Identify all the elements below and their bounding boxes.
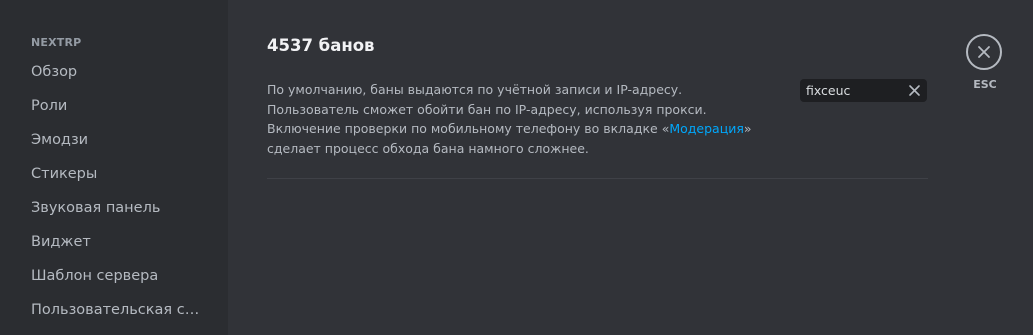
- divider: [267, 178, 928, 179]
- sidebar-item-widget[interactable]: Виджет: [21, 226, 207, 258]
- sidebar-item-overview[interactable]: Обзор: [21, 56, 207, 88]
- moderation-link[interactable]: Модерация: [669, 121, 744, 136]
- close-settings-button[interactable]: [966, 34, 1002, 70]
- server-name-header: NEXTRP: [31, 36, 82, 49]
- esc-label: ESC: [973, 78, 997, 91]
- sidebar-item-stickers[interactable]: Стикеры: [21, 158, 207, 190]
- sidebar-item-soundboard[interactable]: Звуковая панель: [21, 192, 207, 224]
- ban-search-box: [800, 79, 927, 102]
- bans-panel: 4537 банов По умолчанию, баны выдаются п…: [228, 0, 1033, 335]
- settings-sidebar: NEXTRP Обзор Роли Эмодзи Стикеры Звукова…: [0, 0, 228, 335]
- bans-description: По умолчанию, баны выдаются по учётной з…: [267, 80, 757, 158]
- sidebar-item-vanity-url[interactable]: Пользовательская ссылка: [21, 294, 207, 326]
- sidebar-item-server-template[interactable]: Шаблон сервера: [21, 260, 207, 292]
- sidebar-item-emoji[interactable]: Эмодзи: [21, 124, 207, 156]
- settings-window: NEXTRP Обзор Роли Эмодзи Стикеры Звукова…: [0, 0, 1033, 335]
- page-title: 4537 банов: [267, 36, 375, 55]
- sidebar-item-roles[interactable]: Роли: [21, 90, 207, 122]
- ban-search-input[interactable]: [806, 79, 902, 102]
- description-text-start: По умолчанию, баны выдаются по учётной з…: [267, 82, 707, 136]
- close-icon[interactable]: [907, 83, 922, 98]
